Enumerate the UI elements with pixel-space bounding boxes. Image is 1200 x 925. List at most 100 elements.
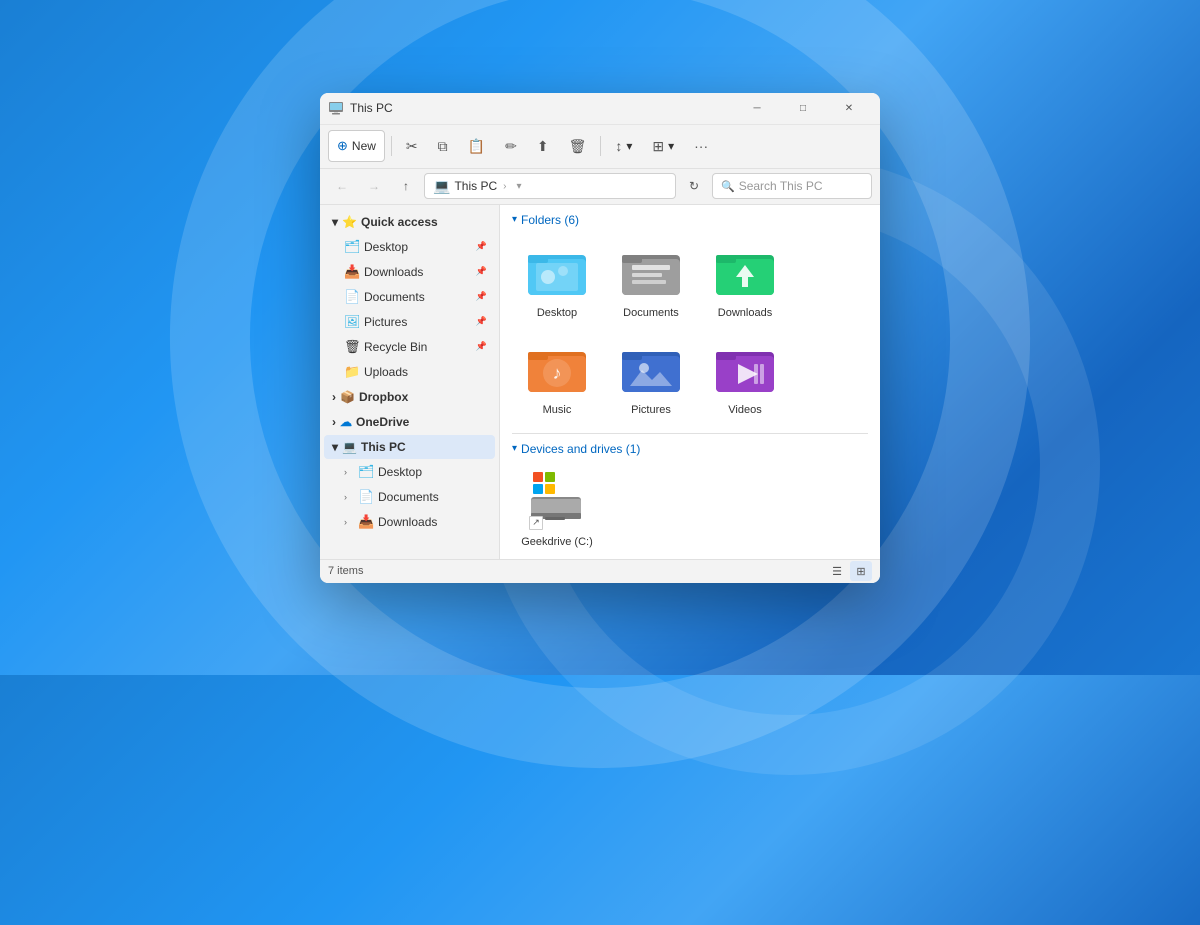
new-label: New [352,139,376,153]
maximize-button[interactable]: □ [780,93,826,125]
svg-text:♪: ♪ [553,363,562,383]
recycle-bin-icon: 🗑 [344,339,360,355]
this-pc-documents-label: Documents [378,490,487,504]
window-icon [328,100,344,116]
toolbar-separator-2 [600,136,601,156]
desktop-folder-item[interactable]: Desktop [512,235,602,328]
videos-folder-label: Videos [728,404,761,417]
music-folder-label: Music [543,404,572,417]
path-separator: › [503,181,506,192]
pin-icon-4: 📌 [476,316,487,327]
pin-icon-5: 📌 [476,341,487,352]
sidebar-item-documents[interactable]: 📄 Documents 📌 [324,285,495,309]
folders-chevron-icon: ▾ [512,214,517,225]
desktop-expand-icon: › [344,467,354,477]
minimize-button[interactable]: ─ [734,93,780,125]
documents-folder-icon-img [621,243,681,303]
pin-icon-2: 📌 [476,266,487,277]
display-button[interactable]: ⊞ ▾ [644,130,682,162]
folders-section-label: Folders (6) [521,213,579,227]
sidebar-item-dropbox[interactable]: › 📦 Dropbox [324,385,495,409]
folders-grid: Desktop Documents [512,235,868,425]
sidebar-item-uploads[interactable]: 📁 Uploads [324,360,495,384]
pictures-folder-item[interactable]: Pictures [606,332,696,425]
sort-icon: ↕ [615,138,622,154]
file-view: ▾ Folders (6) [500,205,880,559]
documents-folder-item[interactable]: Documents [606,235,696,328]
section-divider [512,433,868,434]
share-button[interactable]: ⬆ [529,130,557,162]
up-button[interactable]: ↑ [392,172,420,200]
address-path[interactable]: 💻 This PC › ▾ [424,173,676,199]
more-icon: ··· [694,138,708,154]
cut-icon: ✂ [406,138,418,155]
refresh-button[interactable]: ↻ [680,172,708,200]
copy-button[interactable]: ⧉ [430,130,456,162]
title-bar: This PC ─ □ ✕ [320,93,880,125]
view-icons: ☰ ⊞ [826,561,872,581]
videos-folder-item[interactable]: Videos [700,332,790,425]
sidebar-item-this-pc-downloads[interactable]: › 📥 Downloads [324,510,495,534]
sidebar-item-downloads[interactable]: 📥 Downloads 📌 [324,260,495,284]
toolbar: ⊕ New ✂ ⧉ 📋 ✏ ⬆ 🗑 ↕ ▾ ⊞ ▾ ··· [320,125,880,169]
videos-folder-icon-img [715,340,775,400]
drives-section-label: Devices and drives (1) [521,442,640,456]
sidebar-item-this-pc[interactable]: ▾ 💻 This PC [324,435,495,459]
sidebar-item-recycle-bin[interactable]: 🗑 Recycle Bin 📌 [324,335,495,359]
onedrive-expand-icon: › [332,415,336,429]
copy-icon: ⧉ [438,138,448,155]
search-placeholder: Search This PC [739,179,823,193]
share-icon: ⬆ [537,138,549,155]
this-pc-label: This PC [361,440,406,454]
close-button[interactable]: ✕ [826,93,872,125]
paste-button[interactable]: 📋 [460,130,493,162]
sidebar-item-onedrive[interactable]: › ☁ OneDrive [324,410,495,434]
search-icon: 🔍 [721,180,735,193]
window-title: This PC [350,101,734,115]
uploads-folder-icon: 📁 [344,364,360,380]
sort-button[interactable]: ↕ ▾ [607,130,640,162]
list-view-button[interactable]: ☰ [826,561,848,581]
pictures-label: Pictures [364,315,472,329]
item-count: 7 items [328,565,363,577]
downloads-expand-icon: › [344,517,354,527]
sidebar-item-this-pc-desktop[interactable]: › 🗂 Desktop [324,460,495,484]
path-dropdown-icon: ▾ [516,181,521,192]
paste-icon: 📋 [468,138,485,155]
dropbox-expand-icon: › [332,390,336,404]
c-drive-item[interactable]: ↗ Geekdrive (C:) [512,464,602,557]
pictures-folder-icon: 🖼 [344,314,360,330]
rename-button[interactable]: ✏ [497,130,525,162]
downloads-label: Downloads [364,265,472,279]
music-folder-item[interactable]: ♪ Music [512,332,602,425]
documents-expand-icon: › [344,492,354,502]
grid-view-button[interactable]: ⊞ [850,561,872,581]
c-drive-icon-img: ↗ [527,472,587,532]
sidebar-item-this-pc-documents[interactable]: › 📄 Documents [324,485,495,509]
drives-section-header[interactable]: ▾ Devices and drives (1) [512,442,868,456]
downloads-folder-icon: 📥 [344,264,360,280]
sidebar-item-desktop[interactable]: 🗂 Desktop 📌 [324,235,495,259]
uploads-label: Uploads [364,365,487,379]
folders-section-header[interactable]: ▾ Folders (6) [512,213,868,227]
forward-button[interactable]: → [360,172,388,200]
downloads-folder-item[interactable]: Downloads [700,235,790,328]
rename-icon: ✏ [505,138,517,155]
delete-button[interactable]: 🗑 [561,130,595,162]
c-drive-label: Geekdrive (C:) [521,536,593,549]
onedrive-label: OneDrive [356,415,409,429]
downloads-folder-icon-img [715,243,775,303]
sidebar-item-quick-access[interactable]: ▾ ⭐ Quick access [324,210,495,234]
back-button[interactable]: ← [328,172,356,200]
sidebar-item-pictures[interactable]: 🖼 Pictures 📌 [324,310,495,334]
search-box[interactable]: 🔍 Search This PC [712,173,872,199]
cut-button[interactable]: ✂ [398,130,426,162]
address-bar: ← → ↑ 💻 This PC › ▾ ↻ 🔍 Search This PC [320,169,880,205]
more-button[interactable]: ··· [686,130,716,162]
star-icon: ⭐ [342,215,357,229]
pin-icon-3: 📌 [476,291,487,302]
music-folder-icon-img: ♪ [527,340,587,400]
new-button[interactable]: ⊕ New [328,130,385,162]
delete-icon: 🗑 [569,138,587,155]
file-explorer-window: This PC ─ □ ✕ ⊕ New ✂ ⧉ 📋 ✏ ⬆ 🗑 ↕ ▾ ⊞ ▾ … [320,93,880,583]
